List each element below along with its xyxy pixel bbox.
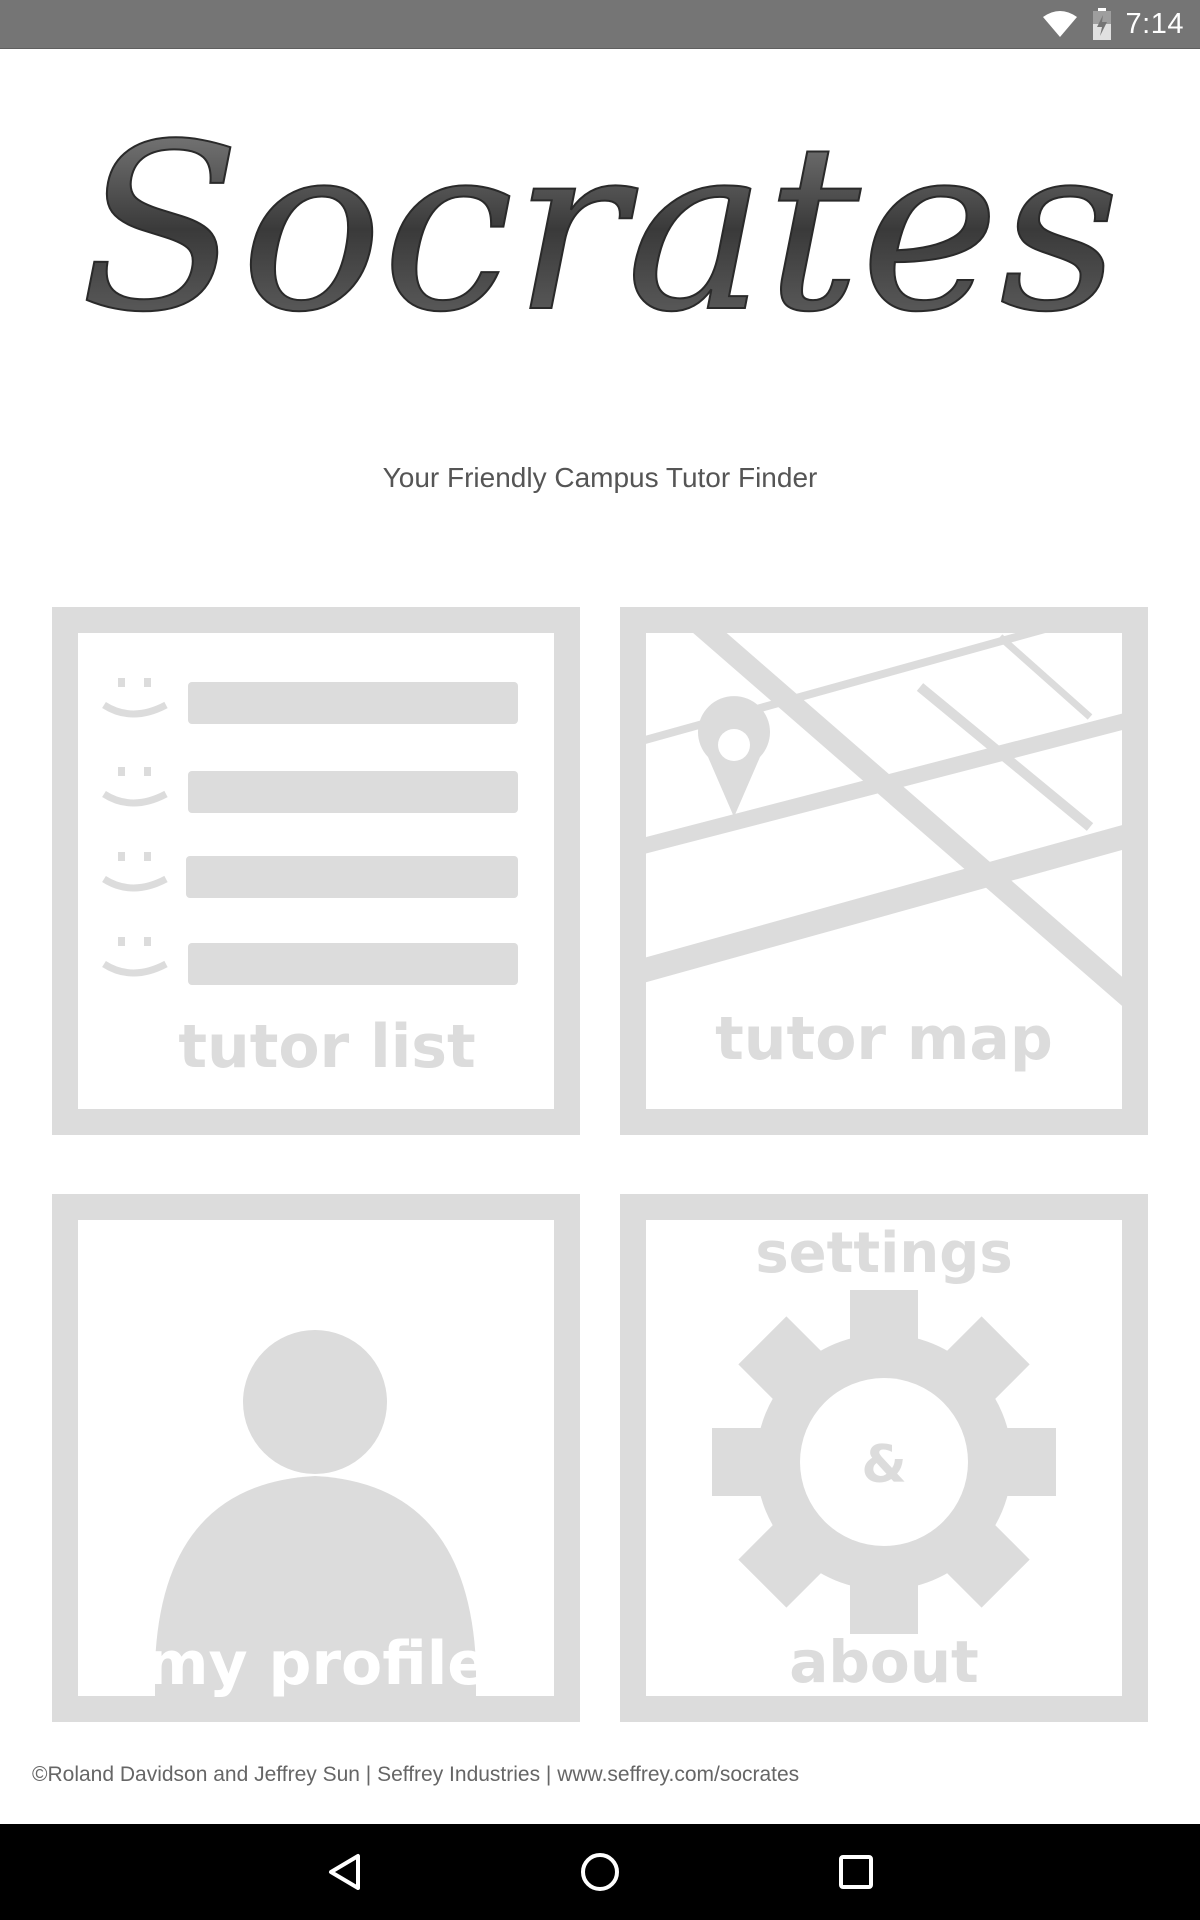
navigation-bar: [0, 1824, 1200, 1920]
recents-icon: [839, 1855, 873, 1889]
wifi-icon: [1042, 11, 1077, 37]
back-icon: [329, 1854, 360, 1890]
tile-label-settings: settings: [755, 1221, 1012, 1286]
logo-text: Socrates: [80, 96, 1120, 350]
status-right: 7:14: [1042, 0, 1184, 48]
recents-button[interactable]: [796, 1824, 916, 1920]
map-icon: tutor map: [620, 607, 1148, 1135]
my-profile-button[interactable]: my profile: [52, 1194, 580, 1722]
tutor-list-button[interactable]: tutor list: [52, 607, 580, 1135]
settings-about-button[interactable]: settings & about: [620, 1194, 1148, 1722]
location-pin-icon: [698, 696, 770, 817]
status-time: 7:14: [1125, 7, 1184, 40]
back-button[interactable]: [285, 1824, 405, 1920]
person-icon: my profile: [52, 1194, 580, 1722]
tagline: Your Friendly Campus Tutor Finder: [382, 462, 818, 493]
battery-charging-icon: [1092, 8, 1111, 40]
app-logo: Socrates: [60, 70, 1140, 350]
gear-icon: settings & about: [620, 1194, 1148, 1722]
tile-label-tutor-list: tutor list: [178, 1012, 475, 1082]
footer-credits: ©Roland Davidson and Jeffrey Sun | Seffr…: [32, 1763, 800, 1786]
home-button[interactable]: [540, 1824, 660, 1920]
screen: 7:14 Socrates Your Friendly Campus Tutor…: [0, 0, 1200, 1920]
status-bar: 7:14: [0, 0, 1200, 49]
tile-label-my-profile: my profile: [146, 1629, 488, 1699]
list-icon: tutor list: [52, 607, 580, 1135]
tile-label-about: about: [789, 1628, 979, 1696]
tutor-map-button[interactable]: tutor map: [620, 607, 1148, 1135]
home-icon: [581, 1853, 619, 1891]
tile-label-tutor-map: tutor map: [715, 1004, 1053, 1074]
tile-label-ampersand: &: [861, 1435, 906, 1495]
